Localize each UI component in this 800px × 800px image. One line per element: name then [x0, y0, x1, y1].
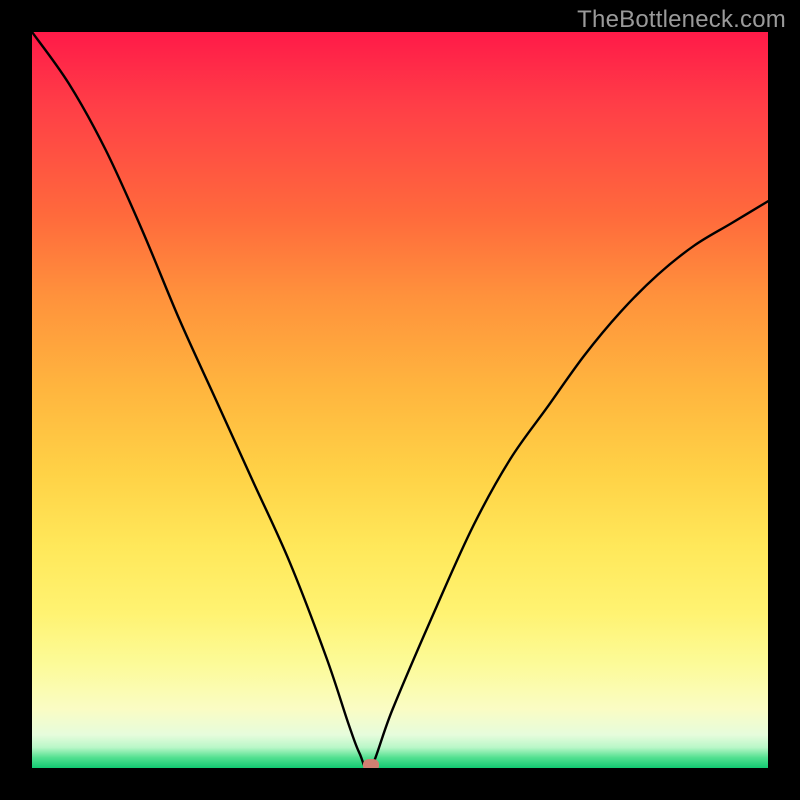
chart-frame: TheBottleneck.com: [0, 0, 800, 800]
watermark-text: TheBottleneck.com: [577, 6, 786, 34]
minimum-marker: [363, 759, 379, 768]
bottleneck-curve: [32, 32, 768, 768]
plot-area: [32, 32, 768, 768]
